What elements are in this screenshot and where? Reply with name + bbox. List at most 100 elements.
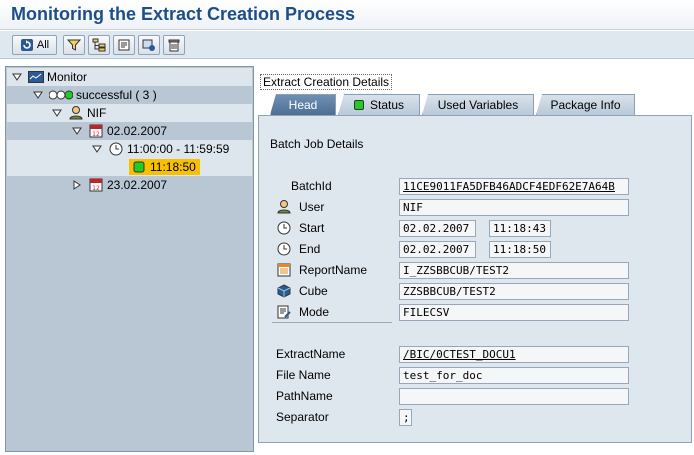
filename-label: File Name: [276, 368, 331, 382]
selected-job-item[interactable]: 11:18:50: [129, 159, 200, 175]
tree-label: NIF: [87, 106, 107, 120]
tab-used-variables[interactable]: Used Variables: [422, 94, 534, 115]
filename-field[interactable]: test_for_doc: [399, 367, 629, 384]
refresh-all-button[interactable]: All: [12, 35, 57, 55]
start-date-field[interactable]: 02.02.2007: [399, 220, 476, 237]
tab-label: Package Info: [550, 98, 621, 112]
status-green-icon: [353, 100, 364, 110]
mode-value: FILECSV: [403, 306, 450, 319]
label-text: Cube: [299, 284, 328, 298]
edit-document-icon: [276, 305, 292, 319]
tree-label: 11:00:00 - 11:59:59: [127, 142, 230, 156]
section-title: Batch Job Details: [270, 137, 364, 151]
cube-label: Cube: [276, 284, 328, 298]
toolbar: All: [0, 31, 694, 59]
report-icon: [276, 263, 292, 277]
reportname-label: ReportName: [276, 263, 367, 277]
collapse-triangle-icon[interactable]: [91, 144, 102, 155]
start-date-value: 02.02.2007: [403, 222, 470, 235]
title-bar: Monitoring the Extract Creation Process: [0, 0, 694, 30]
divider: [272, 322, 392, 323]
pathname-field[interactable]: [399, 388, 629, 405]
trash-icon: [167, 38, 181, 52]
separator-value: ;: [403, 411, 410, 424]
user-icon: [276, 200, 292, 214]
svg-text:12: 12: [92, 131, 100, 138]
reportname-field[interactable]: I_ZZSBBCUB/TEST2: [399, 262, 629, 279]
start-time-value: 11:18:43: [493, 222, 546, 235]
status-green-icon: [131, 160, 147, 174]
calendar-icon: 12: [88, 124, 104, 138]
filename-value: test_for_doc: [403, 369, 483, 382]
page-title: Monitoring the Extract Creation Process: [11, 4, 356, 24]
scroll-icon: [117, 38, 131, 52]
user-value: NIF: [403, 201, 423, 214]
process-button[interactable]: [138, 35, 160, 55]
tab-label: Used Variables: [437, 98, 519, 112]
tab-package-info[interactable]: Package Info: [536, 94, 635, 115]
tree-item-job[interactable]: 11:18:50: [129, 158, 200, 176]
end-date-value: 02.02.2007: [403, 243, 470, 256]
tree-item-monitor[interactable]: Monitor: [11, 68, 87, 86]
extractname-label: ExtractName: [276, 347, 346, 361]
mode-field[interactable]: FILECSV: [399, 304, 629, 321]
tab-head[interactable]: Head: [270, 94, 336, 115]
user-label: User: [276, 200, 324, 214]
collapse-triangle-icon[interactable]: [51, 108, 62, 119]
cube-field[interactable]: ZZSBBCUB/TEST2: [399, 283, 629, 300]
user-icon: [68, 106, 84, 120]
tree-label: 23.02.2007: [107, 178, 168, 192]
tree-item-time-range[interactable]: 11:00:00 - 11:59:59: [91, 140, 229, 158]
tree-label: 11:18:50: [150, 160, 196, 174]
end-date-field[interactable]: 02.02.2007: [399, 241, 476, 258]
tree-label: Monitor: [47, 70, 88, 84]
tree-item-date-2[interactable]: 12 23.02.2007: [71, 176, 167, 194]
tab-label: Head: [288, 98, 318, 112]
label-text: Start: [299, 221, 325, 235]
separator-field[interactable]: ;: [399, 409, 412, 426]
user-field[interactable]: NIF: [399, 199, 629, 216]
label-text: Mode: [299, 305, 330, 319]
pathname-label: PathName: [276, 389, 333, 403]
tree-view-button[interactable]: [88, 35, 110, 55]
extractname-value: /BIC/0CTEST_DOCU1: [403, 348, 516, 361]
delete-button[interactable]: [163, 35, 185, 55]
monitor-icon: [28, 70, 44, 84]
filter-button[interactable]: [63, 35, 85, 55]
clock-icon: [276, 221, 292, 235]
tree-item-date-1[interactable]: 12 02.02.2007: [71, 122, 167, 140]
process-icon: [142, 38, 156, 52]
batchid-value: 11CE9011FA5DFB46ADCF4EDF62E7A64B: [403, 180, 615, 193]
tree-row-band: [7, 104, 252, 122]
label-text: User: [299, 200, 325, 214]
start-time-field[interactable]: 11:18:43: [489, 220, 551, 237]
clock-icon: [276, 242, 292, 256]
tab-label: Status: [369, 98, 405, 112]
start-label: Start: [276, 221, 324, 235]
end-label: End: [276, 242, 320, 256]
collapse-triangle-icon[interactable]: [71, 126, 82, 137]
monitor-tree-panel: Monitor successful ( 3 ) NIF 12 02.02.20…: [5, 66, 254, 452]
expand-triangle-icon[interactable]: [71, 180, 82, 191]
end-time-field[interactable]: 11:18:50: [489, 241, 551, 258]
tree-item-user[interactable]: NIF: [51, 104, 106, 122]
log-button[interactable]: [113, 35, 135, 55]
tree-item-status[interactable]: successful ( 3 ): [32, 86, 157, 104]
tab-status[interactable]: Status: [338, 94, 420, 115]
end-time-value: 11:18:50: [493, 243, 546, 256]
cube-icon: [276, 284, 292, 298]
refresh-icon: [20, 38, 34, 52]
batchid-field[interactable]: 11CE9011FA5DFB46ADCF4EDF62E7A64B: [399, 178, 629, 195]
collapse-triangle-icon[interactable]: [32, 90, 43, 101]
extractname-field[interactable]: /BIC/0CTEST_DOCU1: [399, 346, 629, 363]
tree-label: 02.02.2007: [107, 124, 168, 138]
cube-value: ZZSBBCUB/TEST2: [403, 285, 496, 298]
label-text: ReportName: [299, 263, 368, 277]
traffic-light-icon: [49, 88, 73, 102]
batchid-label: BatchId: [291, 179, 332, 193]
details-header: Extract Creation Details: [260, 74, 393, 90]
separator-label: Separator: [276, 410, 329, 424]
collapse-triangle-icon[interactable]: [11, 72, 22, 83]
tree-label: successful ( 3 ): [76, 88, 157, 102]
svg-text:12: 12: [92, 185, 100, 192]
